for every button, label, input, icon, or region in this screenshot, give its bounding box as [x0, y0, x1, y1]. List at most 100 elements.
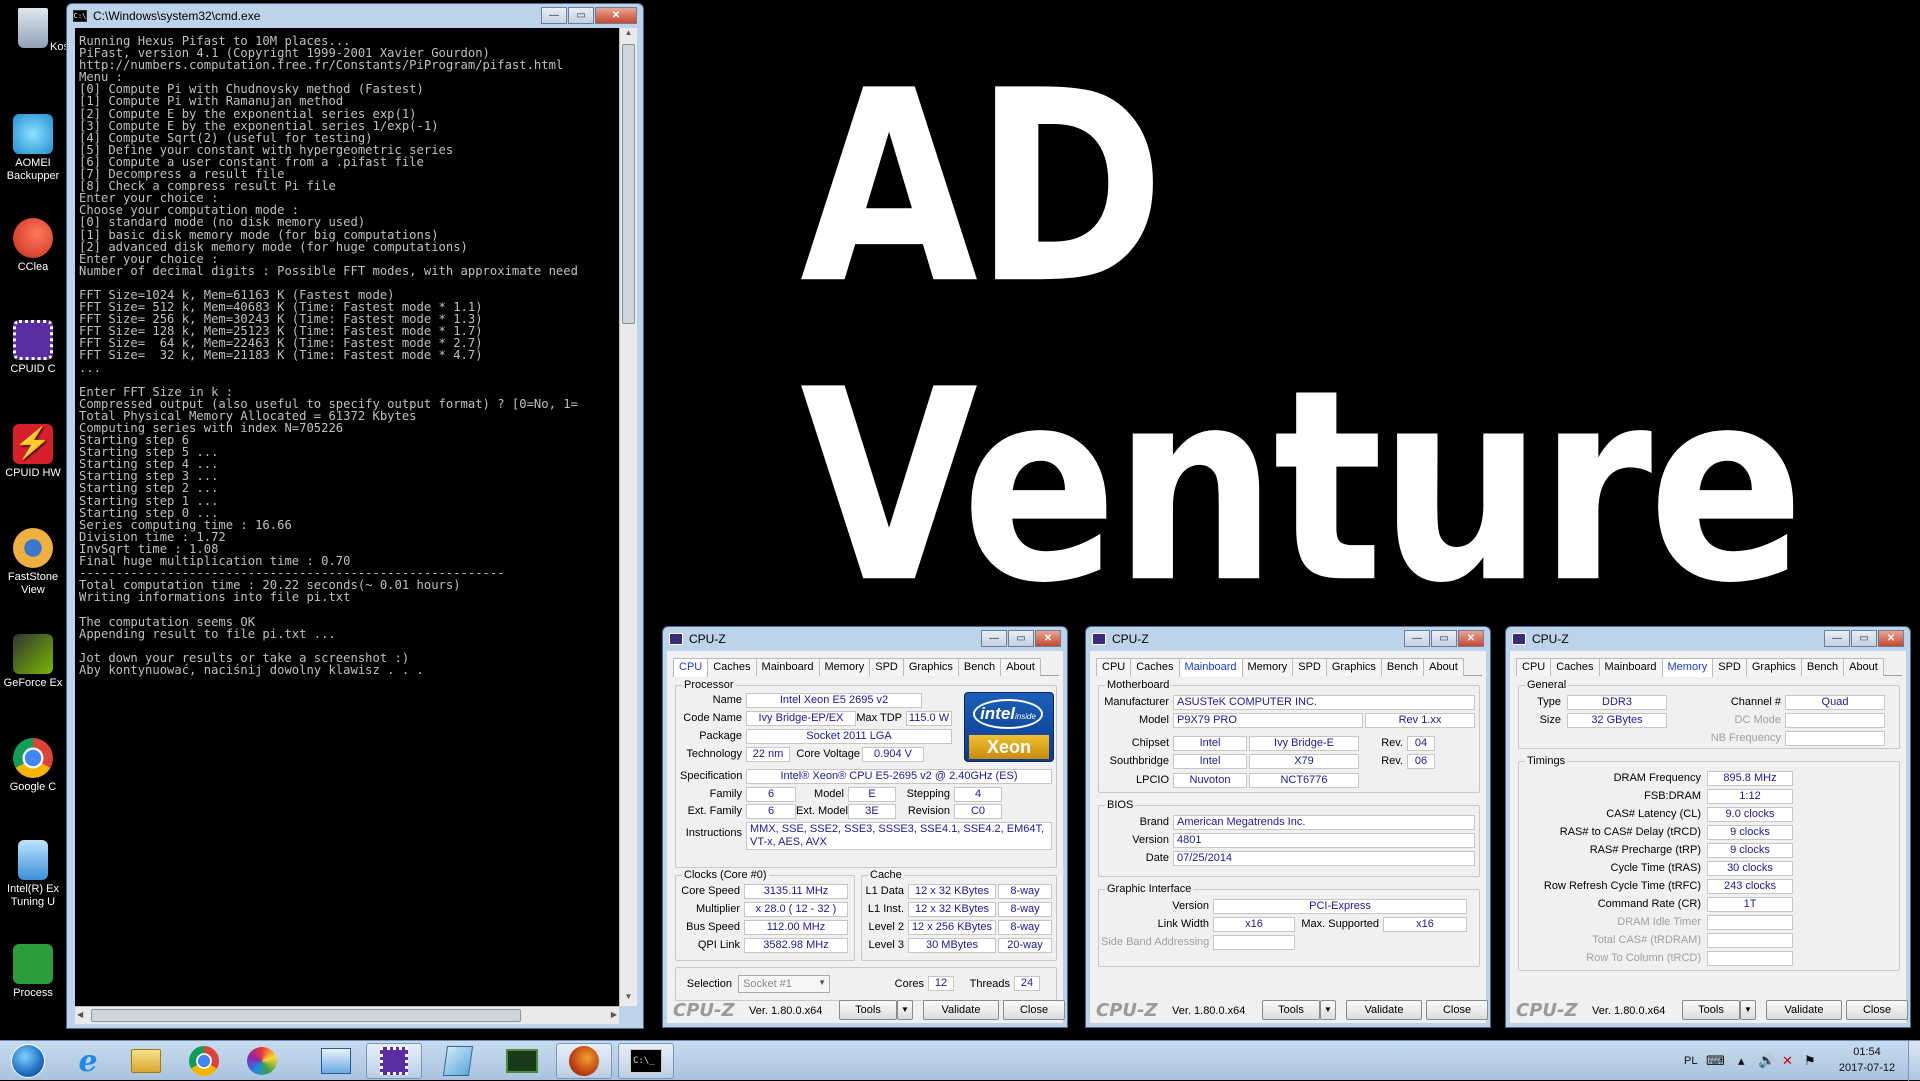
desktop-icon-chrome[interactable]: Google C	[0, 738, 66, 794]
tab-caches[interactable]: Caches	[1550, 658, 1600, 676]
tab-spd[interactable]: SPD	[1292, 658, 1327, 676]
taskbar-cpuz[interactable]	[366, 1043, 422, 1079]
tools-dropdown-chevron-icon[interactable]: ▼	[1740, 1000, 1756, 1020]
tab-cpu[interactable]: CPU	[673, 658, 709, 677]
close-button[interactable]: ✕	[1458, 630, 1484, 647]
vertical-scrollbar[interactable]: ▲ ▼	[619, 28, 637, 1006]
maximize-button[interactable]: ▭	[568, 7, 594, 24]
validate-button[interactable]: Validate	[923, 1000, 999, 1020]
tab-spd[interactable]: SPD	[1712, 658, 1747, 676]
chrome-icon	[189, 1046, 219, 1076]
desktop-icon-hwmonitor[interactable]: ⚡ CPUID HW	[0, 424, 66, 480]
scroll-right-arrow-icon[interactable]: ▶	[611, 1010, 617, 1019]
cpuz-titlebar[interactable]: CPU-Z — ▭ ✕	[663, 627, 1067, 651]
network-icon[interactable]: ✕	[1782, 1053, 1793, 1069]
cpuz-memory-window[interactable]: CPU-Z — ▭ ✕ CPU Caches Mainboard Memory …	[1505, 626, 1911, 1028]
maximize-button[interactable]: ▭	[1008, 630, 1034, 647]
taskbar-file-explorer[interactable]	[118, 1043, 174, 1079]
desktop-icon-geforce[interactable]: GeForce Ex	[0, 634, 66, 690]
tab-memory[interactable]: Memory	[1241, 658, 1294, 676]
close-button[interactable]: Close	[1426, 1000, 1488, 1020]
scroll-up-arrow-icon[interactable]: ▲	[620, 28, 637, 42]
clock-date[interactable]: 2017-07-12	[1834, 1062, 1900, 1074]
show-desktop-button[interactable]	[1908, 1041, 1920, 1081]
socket-select[interactable]: Socket #1 ▼	[738, 975, 830, 993]
tab-memory[interactable]: Memory	[818, 658, 871, 676]
minimize-button[interactable]: —	[1824, 630, 1850, 647]
tab-memory[interactable]: Memory	[1661, 658, 1714, 677]
cpuz-mainboard-window[interactable]: CPU-Z — ▭ ✕ CPU Caches Mainboard Memory …	[1085, 626, 1491, 1028]
tab-bench[interactable]: Bench	[957, 658, 1002, 676]
desktop-icon-cpuid[interactable]: CPUID C	[0, 320, 66, 376]
tab-mainboard[interactable]: Mainboard	[1598, 658, 1663, 676]
tab-mainboard[interactable]: Mainboard	[1178, 658, 1243, 677]
close-button[interactable]: ✕	[1035, 630, 1061, 647]
keyboard-icon[interactable]: ⌨	[1706, 1053, 1725, 1069]
console-output[interactable]: Running Hexus Pifast to 10M places... Pi…	[75, 28, 635, 1006]
taskbar-gpu-tool[interactable]	[494, 1043, 550, 1079]
tab-graphics[interactable]: Graphics	[1745, 658, 1802, 676]
tools-button[interactable]: Tools	[1682, 1000, 1740, 1020]
clock-time[interactable]: 01:54	[1844, 1046, 1890, 1058]
tab-caches[interactable]: Caches	[707, 658, 757, 676]
tab-mainboard[interactable]: Mainboard	[755, 658, 820, 676]
group-title: Motherboard	[1105, 679, 1172, 691]
tab-bench[interactable]: Bench	[1380, 658, 1425, 676]
revision-value: C0	[954, 804, 1002, 819]
tab-spd[interactable]: SPD	[869, 658, 904, 676]
taskbar-internet-explorer[interactable]: e	[60, 1043, 116, 1079]
validate-button[interactable]: Validate	[1766, 1000, 1842, 1020]
tab-about[interactable]: About	[1423, 658, 1464, 676]
horizontal-scrollbar[interactable]: ◀ ▶	[75, 1006, 619, 1024]
taskbar-paint[interactable]	[234, 1043, 290, 1079]
linkwidth-label: Link Width	[1157, 918, 1209, 930]
minimize-button[interactable]: —	[541, 7, 567, 24]
start-button[interactable]	[0, 1043, 56, 1079]
taskbar-cmd[interactable]: C:\_	[618, 1043, 674, 1079]
taskbar-notepad[interactable]	[430, 1043, 486, 1079]
cmd-window[interactable]: C:\ C:\Windows\system32\cmd.exe — ▭ ✕ Ru…	[66, 3, 644, 1029]
minimize-button[interactable]: —	[981, 630, 1007, 647]
cpuz-titlebar[interactable]: CPU-Z — ▭ ✕	[1086, 627, 1490, 651]
close-button[interactable]: Close	[1846, 1000, 1908, 1020]
taskbar-control-panel[interactable]	[308, 1043, 364, 1079]
cpuz-titlebar[interactable]: CPU-Z — ▭ ✕	[1506, 627, 1910, 651]
maximize-button[interactable]: ▭	[1431, 630, 1457, 647]
tab-cpu[interactable]: CPU	[1516, 658, 1552, 676]
tab-cpu[interactable]: CPU	[1096, 658, 1132, 676]
maximize-button[interactable]: ▭	[1851, 630, 1877, 647]
desktop-icon-faststone[interactable]: FastStone View	[0, 528, 66, 597]
tab-graphics[interactable]: Graphics	[1325, 658, 1382, 676]
desktop-icon-process[interactable]: Process	[0, 944, 66, 1000]
tray-expand-icon[interactable]: ▴	[1738, 1053, 1745, 1069]
tab-graphics[interactable]: Graphics	[902, 658, 959, 676]
tab-about[interactable]: About	[1843, 658, 1884, 676]
tools-button[interactable]: Tools	[839, 1000, 897, 1020]
scroll-thumb[interactable]	[622, 44, 635, 324]
language-indicator[interactable]: PL	[1684, 1055, 1697, 1067]
close-button[interactable]: ✕	[1878, 630, 1904, 647]
desktop-icon-recycle-bin[interactable]: Kos	[0, 8, 69, 54]
tools-dropdown-chevron-icon[interactable]: ▼	[897, 1000, 913, 1020]
scroll-down-arrow-icon[interactable]: ▼	[620, 992, 637, 1006]
taskbar-firefox[interactable]	[556, 1043, 612, 1079]
desktop-icon-intel-xtu[interactable]: Intel(R) Ex Tuning U	[0, 840, 66, 909]
minimize-button[interactable]: —	[1404, 630, 1430, 647]
cpuz-cpu-window[interactable]: CPU-Z — ▭ ✕ CPU Caches Mainboard Memory …	[662, 626, 1068, 1028]
desktop-icon-ccleaner[interactable]: CClea	[0, 218, 66, 274]
scroll-left-arrow-icon[interactable]: ◀	[77, 1010, 83, 1019]
cmd-titlebar[interactable]: C:\ C:\Windows\system32\cmd.exe — ▭ ✕	[67, 4, 643, 28]
tab-bench[interactable]: Bench	[1800, 658, 1845, 676]
taskbar-chrome[interactable]	[176, 1043, 232, 1079]
volume-icon[interactable]: 🔊	[1758, 1052, 1775, 1069]
close-button[interactable]: ✕	[595, 7, 637, 24]
desktop-icon-aomei[interactable]: AOMEI Backupper Standard	[0, 114, 66, 183]
tools-button[interactable]: Tools	[1262, 1000, 1320, 1020]
validate-button[interactable]: Validate	[1346, 1000, 1422, 1020]
tab-about[interactable]: About	[1000, 658, 1041, 676]
tools-dropdown-chevron-icon[interactable]: ▼	[1320, 1000, 1336, 1020]
action-center-icon[interactable]: ⚑	[1804, 1053, 1816, 1069]
scroll-thumb[interactable]	[91, 1009, 521, 1022]
tab-caches[interactable]: Caches	[1130, 658, 1180, 676]
close-button[interactable]: Close	[1003, 1000, 1065, 1020]
